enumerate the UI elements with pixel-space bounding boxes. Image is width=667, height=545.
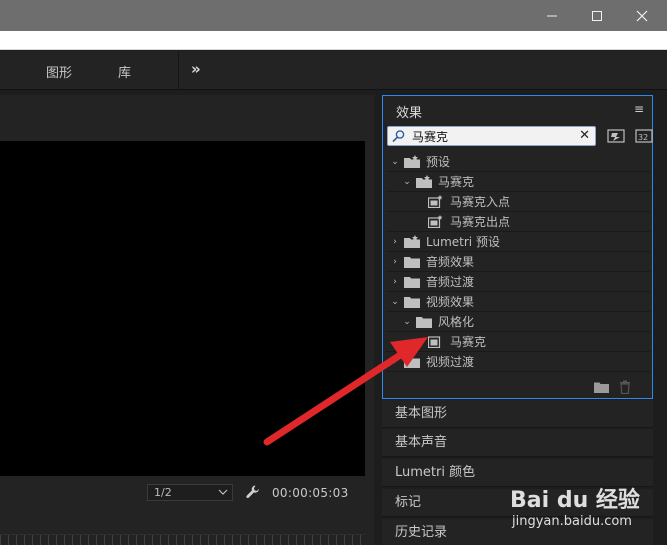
preset-effect-icon	[428, 195, 444, 209]
tree-item-label: 视频效果	[426, 295, 475, 309]
watermark-url: jingyan.baidu.com	[512, 514, 632, 529]
program-monitor-video[interactable]	[0, 141, 365, 476]
effects-tree: ⌄ 预设 ⌄ 马赛克 马赛克入点 马赛克出点 › Lumetri 预设 › 音频…	[386, 152, 650, 372]
minimize-icon	[547, 15, 557, 16]
tree-item-label: 视频过渡	[426, 355, 475, 369]
effects-panel: 效果 ≡ ✕ 32 ⌄ 预设 ⌄ 马赛克	[382, 95, 653, 399]
zoom-select[interactable]: 1/2	[147, 484, 233, 501]
tree-item-stylize[interactable]: ⌄ 风格化	[386, 312, 650, 332]
new-bin-icon[interactable]	[594, 381, 609, 393]
tab-graphics[interactable]: 图形	[46, 62, 72, 81]
wrench-icon[interactable]	[245, 484, 261, 500]
tree-item-video-effects[interactable]: ⌄ 视频效果	[386, 292, 650, 312]
maximize-icon	[592, 10, 602, 21]
tree-item-preset-mosaic-folder[interactable]: ⌄ 马赛克	[386, 172, 650, 192]
preset-folder-icon	[416, 175, 432, 189]
panel-menu-icon[interactable]: ≡	[634, 102, 644, 116]
tree-item-audio-transitions[interactable]: › 音频过渡	[386, 272, 650, 292]
workspace-tab-bar: 图形 库 »	[0, 51, 667, 90]
tree-item-label: 风格化	[438, 315, 475, 329]
chevron-down-icon[interactable]: ⌄	[402, 317, 412, 327]
search-icon	[392, 130, 405, 143]
tree-item-label: 马赛克	[438, 175, 475, 189]
chevron-right-icon[interactable]: ›	[390, 277, 400, 287]
tree-item-label: Lumetri 预设	[426, 235, 500, 249]
tree-item-label: 音频过渡	[426, 275, 475, 289]
video-effect-icon	[428, 335, 444, 349]
tree-item-video-transitions[interactable]: › 视频过渡	[386, 352, 650, 372]
zoom-value: 1/2	[154, 486, 172, 499]
svg-text:32: 32	[638, 133, 648, 142]
chevron-right-icon[interactable]: ›	[390, 257, 400, 267]
chevron-down-icon[interactable]: ⌄	[390, 157, 400, 167]
accelerated-effects-icon[interactable]	[607, 128, 625, 143]
panel-essential-sound[interactable]: 基本声音	[382, 429, 653, 457]
32bit-effects-icon[interactable]: 32	[635, 128, 653, 143]
effects-search-box: ✕	[387, 126, 596, 146]
tree-item-label: 马赛克出点	[450, 215, 511, 229]
preset-folder-icon	[404, 155, 420, 169]
tree-item-lumetri-presets[interactable]: › Lumetri 预设	[386, 232, 650, 252]
tree-item-mosaic-effect[interactable]: 马赛克	[386, 332, 650, 352]
tab-overflow-button[interactable]: »	[191, 60, 201, 78]
preset-effect-icon	[428, 215, 444, 229]
close-icon	[636, 10, 648, 21]
tree-item-label: 马赛克入点	[450, 195, 511, 209]
close-button[interactable]	[620, 0, 664, 31]
menu-bar	[0, 31, 667, 50]
tree-item-presets[interactable]: ⌄ 预设	[386, 152, 650, 172]
folder-icon	[404, 275, 420, 289]
tree-item-audio-effects[interactable]: › 音频效果	[386, 252, 650, 272]
effects-search-input[interactable]	[412, 128, 580, 144]
playhead-timecode[interactable]: 00:00:05:03	[272, 486, 349, 500]
chevron-down-icon	[218, 489, 228, 495]
chevron-right-icon[interactable]: ›	[390, 237, 400, 247]
window-titlebar	[0, 0, 667, 31]
chevron-down-icon[interactable]: ⌄	[390, 297, 400, 307]
chevron-down-icon[interactable]: ⌄	[402, 177, 412, 187]
tab-divider	[178, 51, 179, 90]
preset-folder-icon	[404, 235, 420, 249]
trash-icon[interactable]	[619, 380, 631, 394]
maximize-button[interactable]	[575, 0, 619, 31]
panel-essential-graphics[interactable]: 基本图形	[382, 400, 653, 428]
watermark-brand: Bai du 经验	[510, 488, 640, 513]
effects-panel-title[interactable]: 效果	[396, 102, 422, 121]
tree-item-label: 预设	[426, 155, 451, 169]
tree-item-mosaic-in[interactable]: 马赛克入点	[386, 192, 650, 212]
folder-icon	[416, 315, 432, 329]
folder-icon	[404, 355, 420, 369]
tree-item-mosaic-out[interactable]: 马赛克出点	[386, 212, 650, 232]
minimize-button[interactable]	[530, 0, 574, 31]
tree-item-label: 马赛克	[450, 335, 487, 349]
tree-item-label: 音频效果	[426, 255, 475, 269]
clear-search-icon[interactable]: ✕	[579, 128, 590, 143]
baidu-jingyan-watermark: Bai du 经验 jingyan.baidu.com	[510, 480, 660, 542]
monitor-time-ruler[interactable]	[0, 534, 365, 545]
chevron-right-icon[interactable]: ›	[390, 357, 400, 367]
tab-libraries[interactable]: 库	[118, 62, 131, 81]
folder-icon	[404, 255, 420, 269]
folder-icon	[404, 295, 420, 309]
